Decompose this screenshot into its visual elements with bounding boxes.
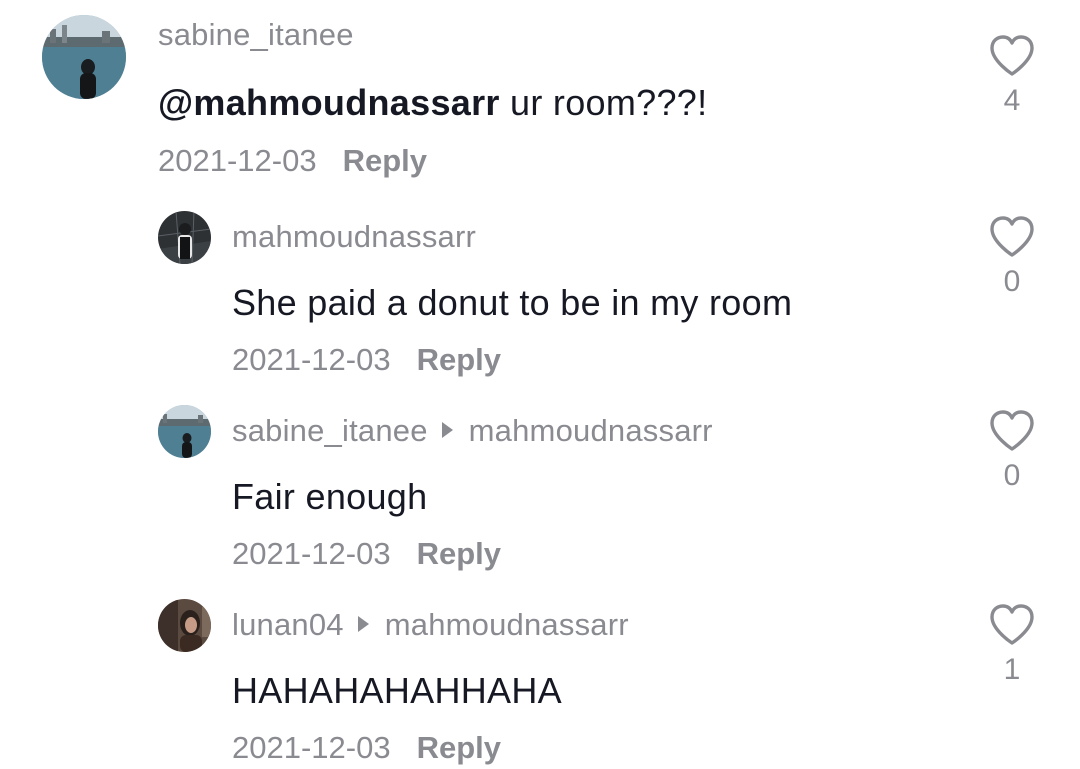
like-button[interactable]: 0 bbox=[986, 215, 1038, 299]
like-button[interactable]: 0 bbox=[986, 409, 1038, 493]
like-button[interactable]: 4 bbox=[986, 34, 1038, 118]
heart-outline-icon bbox=[990, 216, 1034, 257]
reply-text: HAHAHAHAHHAHA bbox=[232, 670, 562, 711]
comment-meta: 2021-12-03 Reply bbox=[158, 143, 427, 179]
reply-button[interactable]: Reply bbox=[417, 536, 501, 571]
play-triangle-icon bbox=[441, 422, 453, 438]
comment-username[interactable]: sabine_itanee bbox=[158, 17, 354, 53]
comment-body: ur room???! bbox=[499, 82, 708, 123]
reply-button[interactable]: Reply bbox=[343, 143, 427, 178]
avatar-photo bbox=[158, 599, 211, 652]
reply-item: sabine_itanee mahmoudnassarr Fair enough … bbox=[0, 390, 1080, 580]
mention-link[interactable]: @mahmoudnassarr bbox=[158, 82, 500, 123]
avatar[interactable] bbox=[158, 405, 211, 458]
avatar[interactable] bbox=[42, 15, 126, 99]
reply-author[interactable]: sabine_itanee bbox=[232, 413, 428, 448]
heart-outline-icon bbox=[990, 604, 1034, 645]
heart-outline-icon bbox=[990, 35, 1034, 76]
like-count: 1 bbox=[1003, 653, 1021, 686]
like-count: 0 bbox=[1003, 459, 1021, 492]
reply-target[interactable]: mahmoudnassarr bbox=[469, 413, 713, 448]
comment-item: sabine_itanee @mahmoudnassarr ur room???… bbox=[0, 0, 1080, 190]
reply-text: Fair enough bbox=[232, 476, 428, 517]
reply-date: 2021-12-03 bbox=[232, 342, 391, 377]
reply-button[interactable]: Reply bbox=[417, 730, 501, 765]
comment-text: @mahmoudnassarr ur room???! bbox=[158, 82, 707, 124]
reply-date: 2021-12-03 bbox=[232, 730, 391, 765]
reply-date: 2021-12-03 bbox=[232, 536, 391, 571]
reply-meta: 2021-12-03 Reply bbox=[232, 730, 501, 766]
reply-meta: 2021-12-03 Reply bbox=[232, 342, 501, 378]
reply-text: She paid a donut to be in my room bbox=[232, 282, 793, 323]
reply-item: lunan04 mahmoudnassarr HAHAHAHAHHAHA 2021… bbox=[0, 584, 1080, 769]
avatar-photo bbox=[158, 405, 211, 458]
avatar[interactable] bbox=[158, 211, 211, 264]
play-triangle-icon bbox=[357, 616, 369, 632]
reply-item: mahmoudnassarr She paid a donut to be in… bbox=[0, 195, 1080, 385]
reply-username: sabine_itanee mahmoudnassarr bbox=[232, 413, 713, 449]
reply-username[interactable]: mahmoudnassarr bbox=[232, 219, 476, 255]
avatar[interactable] bbox=[158, 599, 211, 652]
reply-target[interactable]: mahmoudnassarr bbox=[385, 607, 629, 642]
reply-meta: 2021-12-03 Reply bbox=[232, 536, 501, 572]
avatar-photo bbox=[158, 211, 211, 264]
reply-username: lunan04 mahmoudnassarr bbox=[232, 607, 629, 643]
reply-author[interactable]: lunan04 bbox=[232, 607, 344, 642]
like-count: 4 bbox=[1003, 84, 1021, 117]
heart-outline-icon bbox=[990, 410, 1034, 451]
like-button[interactable]: 1 bbox=[986, 603, 1038, 687]
comment-date: 2021-12-03 bbox=[158, 143, 317, 178]
like-count: 0 bbox=[1003, 265, 1021, 298]
avatar-photo bbox=[42, 15, 126, 99]
reply-button[interactable]: Reply bbox=[417, 342, 501, 377]
